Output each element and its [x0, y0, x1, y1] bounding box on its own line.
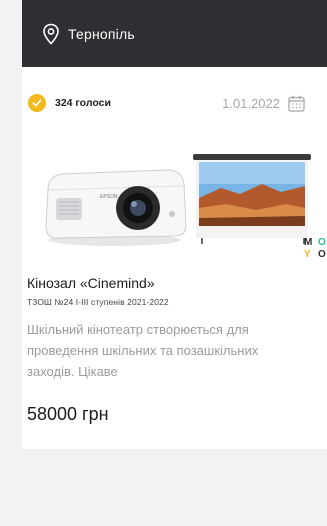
- card-subtitle: ТЗОШ №24 І-ІІІ ступенів 2021-2022: [27, 297, 169, 307]
- project-card[interactable]: Тернопіль 324 голоси 1.01.2022 EPSON M O…: [22, 0, 327, 449]
- projector-brand-label: EPSON: [100, 194, 118, 200]
- card-description: Шкільний кінотеатр створюється для прове…: [27, 322, 259, 379]
- check-badge-icon: [28, 94, 46, 112]
- votes-count: 324 голоси: [55, 97, 111, 109]
- city-label: Тернопіль: [68, 25, 135, 42]
- card-meta-row: 324 голоси 1.01.2022: [28, 93, 305, 113]
- location-pin-icon: [42, 23, 60, 45]
- svg-text:O: O: [318, 237, 326, 248]
- location-bar[interactable]: Тернопіль: [22, 0, 327, 67]
- calendar-icon: [288, 95, 305, 112]
- card-date: 1.01.2022: [222, 95, 280, 111]
- card-title[interactable]: Кінозал «Cinemind»: [27, 275, 155, 291]
- card-price: 58000 грн: [27, 404, 109, 424]
- svg-text:O: O: [318, 249, 326, 260]
- svg-text:Y: Y: [304, 249, 311, 260]
- svg-text:M: M: [304, 237, 312, 248]
- product-image[interactable]: EPSON M O Y O: [26, 128, 327, 266]
